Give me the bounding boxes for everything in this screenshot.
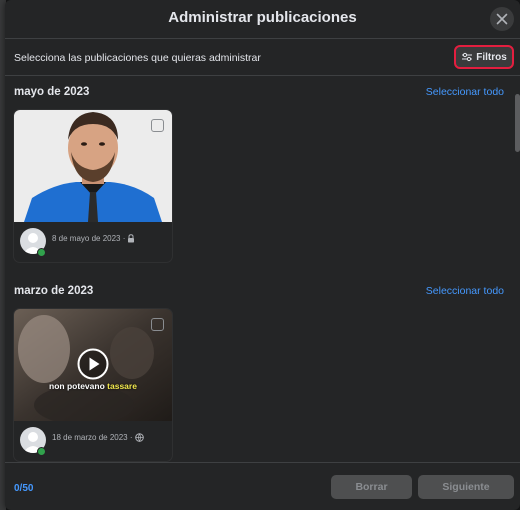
lock-icon xyxy=(128,234,135,243)
dialog-header: Administrar publicaciones xyxy=(5,0,520,39)
dialog-title: Administrar publicaciones xyxy=(168,9,357,26)
post-select-checkbox[interactable] xyxy=(151,119,164,132)
selection-count: 0/50 xyxy=(14,483,34,494)
post-meta: 18 de marzo de 2023 · xyxy=(52,433,144,442)
next-button[interactable]: Siguiente xyxy=(418,475,514,499)
scrollbar-thumb[interactable] xyxy=(515,94,520,152)
close-icon xyxy=(496,13,508,25)
post-date: 18 de marzo de 2023 · xyxy=(52,433,133,442)
post-date: 8 de mayo de 2023 · xyxy=(52,234,126,243)
post-thumbnail-photo xyxy=(14,110,172,222)
video-caption: non potevano tassare xyxy=(14,381,172,391)
play-icon xyxy=(77,348,109,380)
online-status-dot xyxy=(37,248,46,257)
close-button[interactable] xyxy=(490,7,514,31)
post-card-video[interactable]: non potevano tassare 18 de marzo de 2023… xyxy=(14,309,172,461)
filters-icon xyxy=(462,52,473,62)
dialog-footer: 0/50 Borrar Siguiente xyxy=(5,462,520,510)
filters-button[interactable]: Filtros xyxy=(454,45,514,69)
select-all-may-link[interactable]: Seleccionar todo xyxy=(426,86,504,98)
globe-icon xyxy=(134,433,144,442)
video-caption-text: non potevano xyxy=(49,381,105,391)
posts-list: mayo de 2023 Seleccionar todo 8 de mayo … xyxy=(5,76,520,462)
post-select-checkbox[interactable] xyxy=(151,318,164,331)
post-card-photo[interactable]: 8 de mayo de 2023 · xyxy=(14,110,172,262)
dialog-subtitle: Selecciona las publicaciones que quieras… xyxy=(14,52,261,64)
online-status-dot xyxy=(37,447,46,456)
filters-label: Filtros xyxy=(476,51,507,63)
manage-posts-dialog: Administrar publicaciones Selecciona las… xyxy=(5,0,520,510)
delete-button[interactable]: Borrar xyxy=(331,475,412,499)
post-thumbnail-video: non potevano tassare xyxy=(14,309,172,421)
post-meta: 8 de mayo de 2023 · xyxy=(52,234,135,243)
select-all-march-link[interactable]: Seleccionar todo xyxy=(426,285,504,297)
section-title-may: mayo de 2023 xyxy=(14,86,90,98)
dialog-subheader: Selecciona las publicaciones que quieras… xyxy=(5,39,520,76)
video-caption-highlight: tassare xyxy=(107,381,137,391)
section-title-march: marzo de 2023 xyxy=(14,285,94,297)
